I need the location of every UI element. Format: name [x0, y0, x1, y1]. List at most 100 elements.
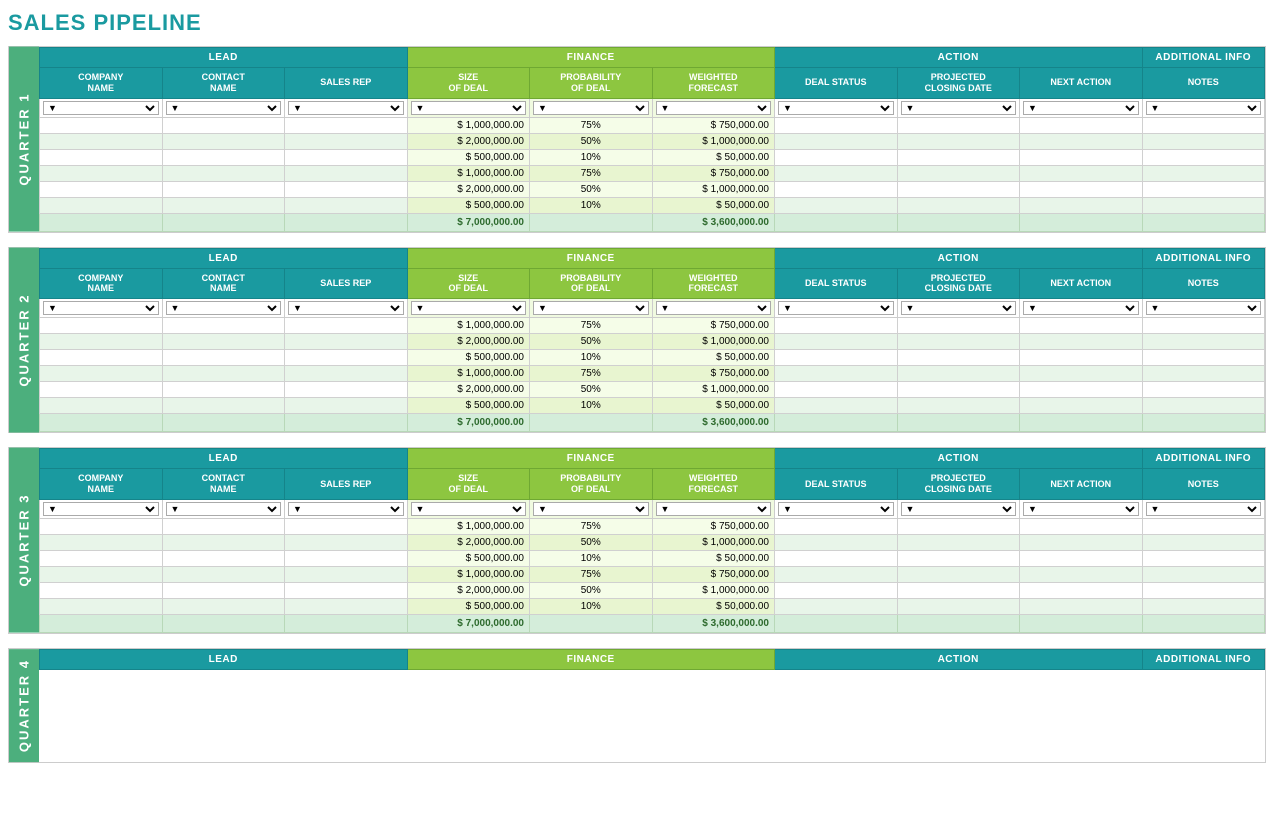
filter-select-col-3[interactable]: ▼ [411, 301, 527, 315]
notes-header: NOTES [1142, 268, 1265, 299]
filter-select-col-4[interactable]: ▼ [533, 502, 649, 516]
probability-cell: 10% [530, 398, 653, 414]
table-row: $ 500,000.0010%$ 50,000.00 [40, 398, 1265, 414]
filter-select-col-2[interactable]: ▼ [288, 301, 404, 315]
size-of-deal-cell: $ 500,000.00 [407, 550, 530, 566]
weighted-forecast-cell: $ 1,000,000.00 [652, 133, 775, 149]
finance-section-header: FINANCE [407, 449, 775, 469]
size-of-deal-cell: $ 2,000,000.00 [407, 133, 530, 149]
filter-select-col-3[interactable]: ▼ [411, 502, 527, 516]
size-of-deal-header: SIZEOF DEAL [407, 68, 530, 99]
probability-cell: 50% [530, 181, 653, 197]
total-row: $ 7,000,000.00$ 3,600,000.00 [40, 614, 1265, 632]
size-of-deal-cell: $ 2,000,000.00 [407, 534, 530, 550]
size-of-deal-cell: $ 500,000.00 [407, 350, 530, 366]
filter-select-col-0[interactable]: ▼ [43, 101, 159, 115]
weighted-forecast-cell: $ 50,000.00 [652, 149, 775, 165]
filter-select-col-0[interactable]: ▼ [43, 301, 159, 315]
weighted-forecast-cell: $ 50,000.00 [652, 197, 775, 213]
probability-cell: 75% [530, 117, 653, 133]
weighted-forecast-cell: $ 1,000,000.00 [652, 534, 775, 550]
size-of-deal-cell: $ 2,000,000.00 [407, 181, 530, 197]
total-size-of-deal: $ 7,000,000.00 [407, 213, 530, 231]
size-of-deal-header: SIZEOF DEAL [407, 268, 530, 299]
table-row: $ 500,000.0010%$ 50,000.00 [40, 149, 1265, 165]
weighted-forecast-cell: $ 750,000.00 [652, 518, 775, 534]
section-header-row: LEADFINANCEACTIONADDITIONAL INFO [40, 48, 1265, 68]
filter-select-col-7[interactable]: ▼ [901, 101, 1017, 115]
filter-select-col-8[interactable]: ▼ [1023, 301, 1139, 315]
filter-row: ▼ ▼ ▼ ▼ ▼ ▼ ▼ ▼ ▼ ▼ [40, 299, 1265, 318]
next-action-header: NEXT ACTION [1020, 68, 1143, 99]
filter-select-col-5[interactable]: ▼ [656, 301, 772, 315]
filter-select-col-7[interactable]: ▼ [901, 502, 1017, 516]
size-of-deal-header: SIZEOF DEAL [407, 469, 530, 500]
total-row: $ 7,000,000.00$ 3,600,000.00 [40, 213, 1265, 231]
filter-select-col-2[interactable]: ▼ [288, 502, 404, 516]
probability-header: PROBABILITYOF DEAL [530, 469, 653, 500]
filter-select-col-4[interactable]: ▼ [533, 101, 649, 115]
additional-info-section-header: ADDITIONAL INFO [1142, 649, 1265, 669]
filter-select-col-8[interactable]: ▼ [1023, 502, 1139, 516]
company-name-header: COMPANYNAME [40, 469, 163, 500]
filter-select-col-5[interactable]: ▼ [656, 101, 772, 115]
total-size-of-deal: $ 7,000,000.00 [407, 614, 530, 632]
action-section-header: ACTION [775, 248, 1143, 268]
weighted-forecast-cell: $ 750,000.00 [652, 566, 775, 582]
table-row: $ 2,000,000.0050%$ 1,000,000.00 [40, 582, 1265, 598]
size-of-deal-cell: $ 1,000,000.00 [407, 117, 530, 133]
filter-select-col-7[interactable]: ▼ [901, 301, 1017, 315]
filter-select-col-6[interactable]: ▼ [778, 301, 894, 315]
lead-section-header: LEAD [40, 449, 408, 469]
filter-select-col-1[interactable]: ▼ [166, 301, 282, 315]
size-of-deal-cell: $ 1,000,000.00 [407, 318, 530, 334]
action-section-header: ACTION [775, 48, 1143, 68]
total-row: $ 7,000,000.00$ 3,600,000.00 [40, 414, 1265, 432]
sales-rep-header: SALES REP [285, 68, 408, 99]
quarter-block-3: QUARTER 3LEADFINANCEACTIONADDITIONAL INF… [8, 447, 1266, 634]
company-name-header: COMPANYNAME [40, 68, 163, 99]
quarter-label-2: QUARTER 2 [9, 248, 39, 433]
probability-cell: 50% [530, 133, 653, 149]
probability-cell: 50% [530, 382, 653, 398]
column-header-row: COMPANYNAMECONTACTNAMESALES REPSIZEOF DE… [40, 268, 1265, 299]
probability-cell: 75% [530, 165, 653, 181]
quarter-label-4: QUARTER 4 [9, 649, 39, 762]
filter-select-col-6[interactable]: ▼ [778, 502, 894, 516]
filter-select-col-1[interactable]: ▼ [166, 101, 282, 115]
filter-select-col-9[interactable]: ▼ [1146, 502, 1262, 516]
filter-select-col-9[interactable]: ▼ [1146, 301, 1262, 315]
weighted-forecast-cell: $ 50,000.00 [652, 550, 775, 566]
filter-select-col-9[interactable]: ▼ [1146, 101, 1262, 115]
filter-select-col-4[interactable]: ▼ [533, 301, 649, 315]
probability-cell: 50% [530, 582, 653, 598]
probability-cell: 50% [530, 534, 653, 550]
filter-select-col-8[interactable]: ▼ [1023, 101, 1139, 115]
filter-select-col-6[interactable]: ▼ [778, 101, 894, 115]
filter-select-col-0[interactable]: ▼ [43, 502, 159, 516]
notes-header: NOTES [1142, 68, 1265, 99]
size-of-deal-cell: $ 2,000,000.00 [407, 382, 530, 398]
contact-name-header: CONTACTNAME [162, 268, 285, 299]
weighted-forecast-cell: $ 50,000.00 [652, 598, 775, 614]
filter-select-col-3[interactable]: ▼ [411, 101, 527, 115]
table-row: $ 500,000.0010%$ 50,000.00 [40, 598, 1265, 614]
additional-info-section-header: ADDITIONAL INFO [1142, 449, 1265, 469]
probability-header: PROBABILITYOF DEAL [530, 268, 653, 299]
table-row: $ 2,000,000.0050%$ 1,000,000.00 [40, 133, 1265, 149]
weighted-forecast-header: WEIGHTEDFORECAST [652, 68, 775, 99]
filter-select-col-2[interactable]: ▼ [288, 101, 404, 115]
sales-rep-header: SALES REP [285, 469, 408, 500]
probability-cell: 10% [530, 197, 653, 213]
weighted-forecast-header: WEIGHTEDFORECAST [652, 268, 775, 299]
table-row: $ 1,000,000.0075%$ 750,000.00 [40, 318, 1265, 334]
filter-select-col-1[interactable]: ▼ [166, 502, 282, 516]
probability-cell: 75% [530, 566, 653, 582]
table-row: $ 1,000,000.0075%$ 750,000.00 [40, 566, 1265, 582]
weighted-forecast-cell: $ 750,000.00 [652, 117, 775, 133]
filter-select-col-5[interactable]: ▼ [656, 502, 772, 516]
probability-cell: 10% [530, 149, 653, 165]
table-row: $ 2,000,000.0050%$ 1,000,000.00 [40, 181, 1265, 197]
deal-status-header: DEAL STATUS [775, 68, 898, 99]
size-of-deal-cell: $ 2,000,000.00 [407, 582, 530, 598]
